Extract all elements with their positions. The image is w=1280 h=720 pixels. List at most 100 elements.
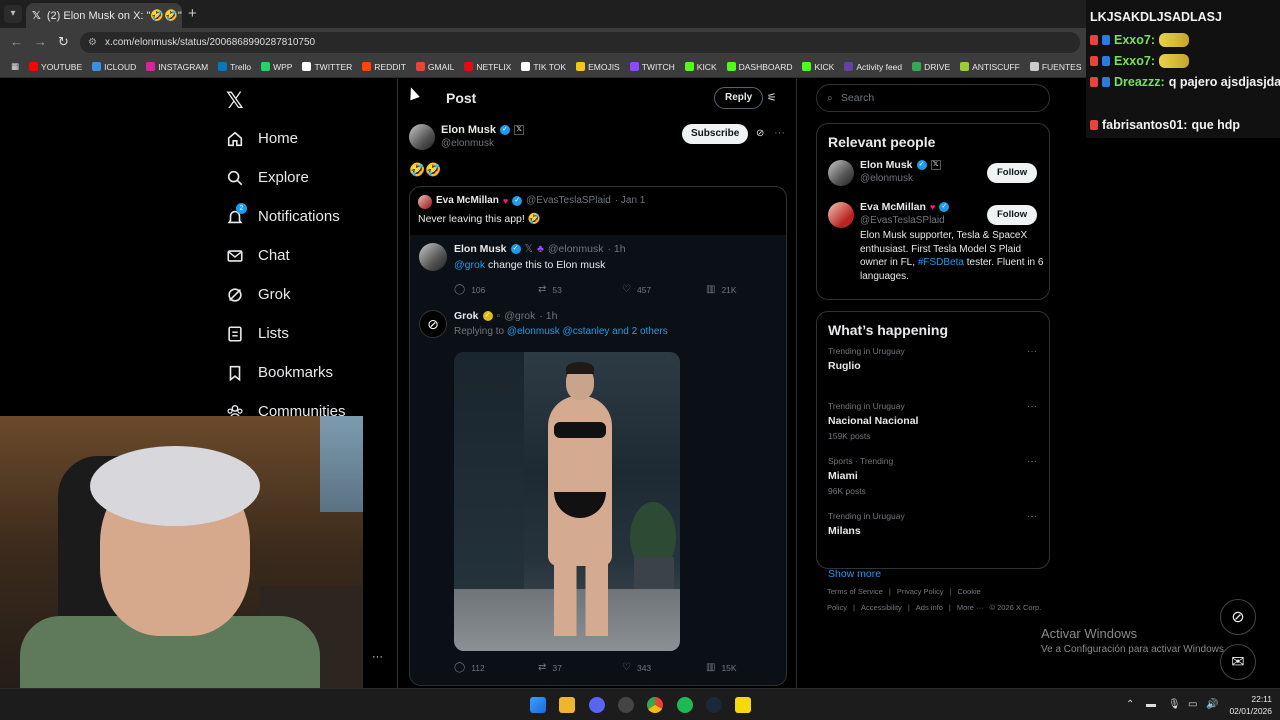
chat-message: Dreazzz: q pajero ajsdjasjda bbox=[1090, 75, 1280, 89]
follow-button[interactable]: Follow bbox=[987, 163, 1038, 183]
person-row[interactable]: Elon Musk ✓ 𝕏 @elonmusk Follow bbox=[817, 156, 1049, 198]
view-count[interactable]: ▥ 21K bbox=[706, 284, 786, 295]
trend-item[interactable]: Sports · Trending Miami 96K posts ··· bbox=[817, 454, 1049, 509]
nav-item-bookmarks[interactable]: Bookmarks bbox=[226, 353, 346, 392]
grok-fab-icon[interactable]: ⊘ bbox=[1220, 599, 1256, 635]
filter-icon[interactable]: ⚟ bbox=[767, 91, 777, 104]
person-avatar[interactable] bbox=[828, 160, 854, 186]
new-tab-button[interactable]: + bbox=[188, 5, 197, 22]
language-flag-icon[interactable]: ▬ bbox=[1146, 699, 1156, 710]
nav-item-explore[interactable]: Explore bbox=[226, 158, 346, 197]
apps-grid-icon[interactable]: ▦ bbox=[6, 61, 24, 72]
view-count[interactable]: ▥ 15K bbox=[706, 662, 786, 673]
steam-icon[interactable] bbox=[706, 697, 722, 713]
file-explorer-icon[interactable] bbox=[559, 697, 575, 713]
bookmark-item[interactable]: GMAIL bbox=[411, 62, 459, 72]
nav-item-notifications[interactable]: 2 Notifications bbox=[226, 197, 346, 236]
bookmark-item[interactable]: DASHBOARD bbox=[722, 62, 798, 72]
search-input[interactable]: ⌕ Search bbox=[816, 84, 1050, 112]
grok-avatar-icon[interactable]: ⊘ bbox=[419, 310, 447, 338]
bookmark-item[interactable]: WPP bbox=[256, 62, 297, 72]
follow-button[interactable]: Follow bbox=[987, 205, 1038, 225]
tray-chevron-icon[interactable]: ⌃ bbox=[1126, 699, 1134, 710]
forward-icon[interactable]: → bbox=[34, 34, 47, 49]
discord-icon[interactable] bbox=[589, 697, 605, 713]
repost-count[interactable]: ⇄ 53 bbox=[538, 284, 622, 295]
repost-count-value: 53 bbox=[552, 284, 562, 295]
back-icon[interactable]: ← bbox=[10, 34, 23, 49]
footer-link[interactable]: Privacy Policy bbox=[897, 587, 944, 596]
trend-more-icon[interactable]: ··· bbox=[1027, 346, 1037, 357]
trend-item[interactable]: Trending in Uruguay Ruglio ··· bbox=[817, 344, 1049, 399]
bookmark-item[interactable]: FUENTES bbox=[1025, 62, 1087, 72]
subscribe-button[interactable]: Subscribe bbox=[682, 124, 749, 144]
tab-search-button[interactable]: ▾ bbox=[4, 5, 22, 23]
footer-link[interactable]: More ··· bbox=[957, 603, 984, 612]
bookmark-item[interactable]: ANTISCUFF bbox=[955, 62, 1025, 72]
reply-count[interactable]: ◯ 112 bbox=[454, 662, 538, 673]
url-field[interactable]: ⚙ x.com/elonmusk/status/2006868990287810… bbox=[80, 32, 1080, 53]
reply-count[interactable]: ◯ 106 bbox=[454, 284, 538, 295]
start-menu-icon[interactable] bbox=[530, 697, 546, 713]
bookmark-item[interactable]: Activity feed bbox=[839, 62, 907, 72]
grok-handle: @grok bbox=[504, 310, 536, 322]
footer-link[interactable]: © 2026 X Corp. bbox=[990, 603, 1042, 612]
person-avatar[interactable] bbox=[828, 202, 854, 228]
grok-mention-link[interactable]: @grok bbox=[454, 259, 485, 271]
nav-item-home[interactable]: Home bbox=[226, 119, 346, 158]
bookmark-item[interactable]: INSTAGRAM bbox=[141, 62, 213, 72]
trend-more-icon[interactable]: ··· bbox=[1027, 511, 1037, 522]
footer-link[interactable]: Terms of Service bbox=[827, 587, 883, 596]
x-logo-icon[interactable]: 𝕏 bbox=[226, 88, 244, 114]
trend-item[interactable]: Trending in Uruguay Nacional Nacional 159K… bbox=[817, 399, 1049, 454]
grok-generated-image[interactable] bbox=[454, 352, 680, 651]
bookmark-item[interactable]: REDDIT bbox=[357, 62, 411, 72]
bookmark-item[interactable]: YOUTUBE bbox=[24, 62, 87, 72]
browser-tab[interactable]: 𝕏 (2) Elon Musk on X: "🤣🤣" / X ✕ bbox=[26, 3, 182, 28]
trend-more-icon[interactable]: ··· bbox=[1027, 401, 1037, 412]
account-more-icon[interactable]: ··· bbox=[372, 651, 383, 663]
volume-icon[interactable]: 🔊 bbox=[1206, 699, 1218, 710]
repost-count[interactable]: ⇄ 37 bbox=[538, 662, 622, 673]
clock[interactable]: 22:11 02/01/2026 bbox=[1229, 693, 1272, 717]
bookmark-item[interactable]: KICK bbox=[797, 62, 839, 72]
author-avatar[interactable] bbox=[409, 124, 435, 150]
nav-item-chat[interactable]: Chat bbox=[226, 236, 346, 275]
footer-link[interactable]: Accessibility bbox=[861, 603, 902, 612]
bookmark-item[interactable]: Trello bbox=[213, 62, 256, 72]
bookmark-item[interactable]: KICK bbox=[680, 62, 722, 72]
reply-button[interactable]: Reply bbox=[714, 87, 764, 109]
grok-explain-icon[interactable]: ⊘ bbox=[756, 128, 764, 139]
bookmark-item[interactable]: ICLOUD bbox=[87, 62, 141, 72]
messages-fab-icon[interactable]: ✉ bbox=[1220, 644, 1256, 680]
person-row[interactable]: Eva McMillan ♥ ✓ @EvasTeslaSPlaid Follow… bbox=[817, 198, 1049, 288]
like-count[interactable]: ♡ 457 bbox=[622, 284, 706, 295]
spotify-icon[interactable] bbox=[677, 697, 693, 713]
bookmark-item[interactable]: TWITCH bbox=[625, 62, 680, 72]
bookmark-item[interactable]: NETFLIX bbox=[459, 62, 516, 72]
like-count[interactable]: ♡ 343 bbox=[622, 662, 706, 673]
nav-item-grok[interactable]: Grok bbox=[226, 275, 346, 314]
display-icon[interactable]: ▭ bbox=[1188, 699, 1197, 710]
bookmark-item[interactable]: EMOJIS bbox=[571, 62, 625, 72]
microphone-icon[interactable]: 🎙 bbox=[1168, 699, 1181, 710]
bookmark-item[interactable]: DRIVE bbox=[907, 62, 955, 72]
bio-hashtag-link[interactable]: #FSDBeta bbox=[918, 257, 964, 268]
bookmark-item[interactable]: TWITTER bbox=[297, 62, 357, 72]
more-options-icon[interactable]: ··· bbox=[774, 127, 785, 139]
nav-item-lists[interactable]: Lists bbox=[226, 314, 346, 353]
sticky-notes-icon[interactable] bbox=[735, 697, 751, 713]
trend-more-icon[interactable]: ··· bbox=[1027, 456, 1037, 467]
site-info-icon[interactable]: ⚙ bbox=[88, 37, 97, 48]
bookmark-item[interactable]: TIK TOK bbox=[516, 62, 571, 72]
author-name-row[interactable]: Elon Musk ✓ 𝕏 bbox=[441, 124, 525, 136]
author-handle[interactable]: @elonmusk bbox=[441, 138, 494, 149]
trend-item[interactable]: Trending in Uruguay Milans ··· bbox=[817, 509, 1049, 564]
quoted-post[interactable]: Eva McMillan ♥ ✓ @EvasTeslaSPlaid · Jan … bbox=[409, 186, 787, 686]
reload-icon[interactable]: ↻ bbox=[58, 34, 69, 50]
inner-author-avatar[interactable] bbox=[419, 243, 447, 271]
replying-to-links[interactable]: @elonmusk @cstanley and 2 others bbox=[507, 326, 668, 337]
footer-link[interactable]: Ads info bbox=[916, 603, 943, 612]
chrome-icon[interactable] bbox=[647, 697, 663, 713]
obs-icon[interactable] bbox=[618, 697, 634, 713]
